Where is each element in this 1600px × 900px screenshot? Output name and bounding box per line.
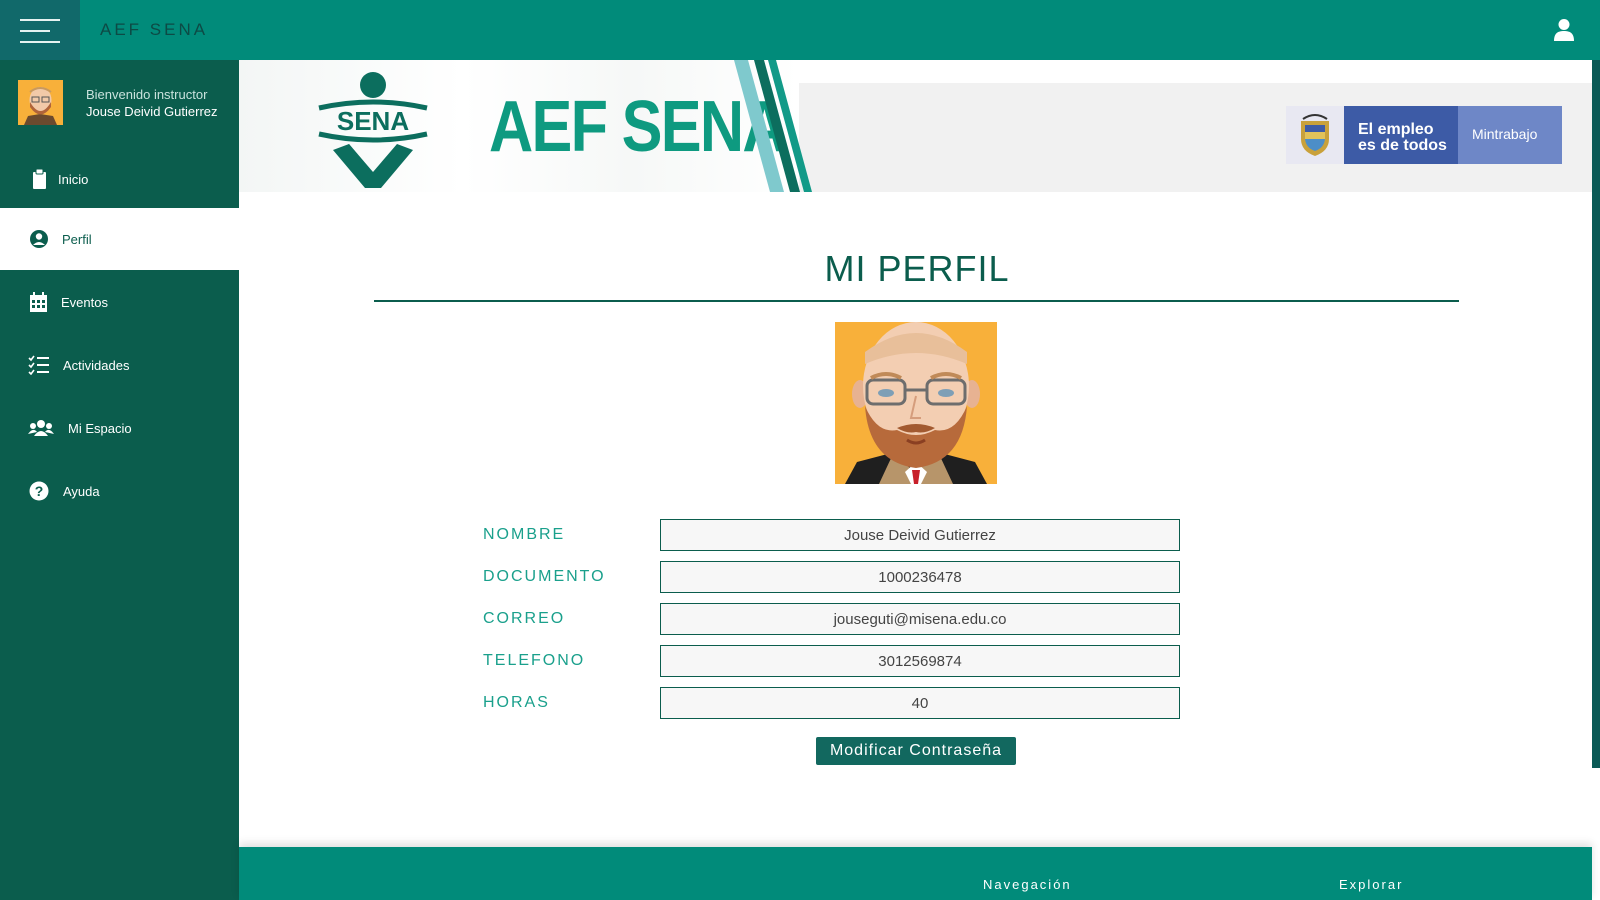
sidebar-item-ayuda[interactable]: ? Ayuda <box>0 460 239 522</box>
telefono-field[interactable] <box>660 645 1180 677</box>
user-icon[interactable] <box>1553 18 1575 42</box>
sidebar-item-label: Ayuda <box>63 484 100 499</box>
sidebar-item-actividades[interactable]: Actividades <box>0 334 239 396</box>
sidebar-item-inicio[interactable]: Inicio <box>0 148 239 210</box>
avatar <box>18 80 63 125</box>
label-correo: CORREO <box>483 610 566 627</box>
task-list-icon <box>28 355 49 375</box>
correo-field[interactable] <box>660 603 1180 635</box>
label-telefono: TELEFONO <box>483 652 586 669</box>
sidebar-item-label: Perfil <box>62 232 92 247</box>
sidebar-item-label: Actividades <box>63 358 130 373</box>
scrollbar[interactable] <box>1592 60 1600 768</box>
sidebar-item-label: Eventos <box>61 295 108 310</box>
footer: Navegación Explorar <box>239 847 1592 900</box>
header-banner: SENA AEF SENA El empleo es de todos Mint… <box>239 60 1592 192</box>
sidebar-item-perfil[interactable]: Perfil <box>0 208 239 270</box>
top-bar: AEF SENA <box>0 0 1600 60</box>
footer-explore-link[interactable]: Explorar <box>1339 877 1403 892</box>
hamburger-menu-icon[interactable] <box>0 0 80 60</box>
sidebar-user-name: Jouse Deivid Gutierrez <box>86 104 218 119</box>
banner-stripes <box>734 60 812 192</box>
sidebar-profile: Bienvenido instructor Jouse Deivid Gutie… <box>0 60 239 148</box>
sidebar-item-eventos[interactable]: Eventos <box>0 271 239 333</box>
clipboard-icon <box>33 169 46 189</box>
welcome-text: Bienvenido instructor <box>86 87 208 102</box>
calendar-icon <box>30 292 47 312</box>
sidebar: Bienvenido instructor Jouse Deivid Gutie… <box>0 60 239 900</box>
sidebar-item-mi-espacio[interactable]: Mi Espacio <box>0 397 239 459</box>
label-documento: DOCUMENTO <box>483 568 606 585</box>
profile-avatar <box>835 322 997 484</box>
documento-field[interactable] <box>660 561 1180 593</box>
users-group-icon <box>28 420 54 436</box>
sidebar-item-label: Inicio <box>58 172 89 187</box>
horas-field[interactable] <box>660 687 1180 719</box>
user-circle-icon <box>30 230 48 248</box>
gov-slogan-line1: El empleo <box>1358 121 1434 138</box>
label-nombre: NOMBRE <box>483 526 566 543</box>
label-horas: HORAS <box>483 694 550 711</box>
sidebar-item-label: Mi Espacio <box>68 421 132 436</box>
gov-slogan-line2: es de todos <box>1358 137 1447 154</box>
sena-logo-text: SENA <box>337 106 409 136</box>
footer-nav-link[interactable]: Navegación <box>983 877 1072 892</box>
app-title: AEF SENA <box>100 20 209 39</box>
change-password-button[interactable]: Modificar Contraseña <box>816 737 1016 765</box>
sena-logo: SENA <box>318 72 428 188</box>
title-divider <box>374 300 1459 302</box>
nombre-field[interactable] <box>660 519 1180 551</box>
svg-text:?: ? <box>35 483 44 499</box>
page-title: MI PERFIL <box>824 248 1010 289</box>
help-circle-icon: ? <box>29 481 49 501</box>
coat-of-arms-icon <box>1286 106 1344 164</box>
gov-logo: El empleo es de todos Mintrabajo <box>1286 106 1562 164</box>
gov-ministry: Mintrabajo <box>1458 106 1562 164</box>
